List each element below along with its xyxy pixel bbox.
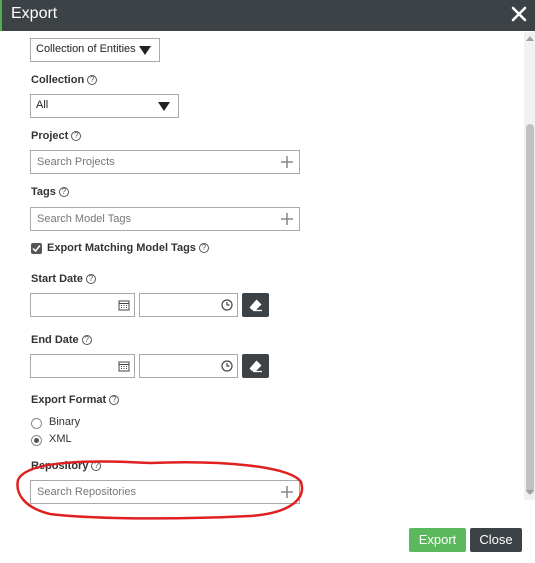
scroll-up-arrow-icon[interactable] bbox=[526, 36, 534, 41]
help-icon[interactable]: ? bbox=[71, 131, 82, 142]
export-button[interactable]: Export bbox=[409, 528, 466, 552]
radio-xml[interactable] bbox=[31, 435, 42, 446]
repository-search-placeholder: Search Repositories bbox=[37, 486, 137, 498]
calendar-icon[interactable] bbox=[118, 360, 130, 372]
clock-icon[interactable] bbox=[221, 360, 233, 372]
scrollbar-thumb[interactable] bbox=[526, 124, 534, 494]
dialog-title: Export bbox=[11, 5, 58, 22]
eraser-icon bbox=[249, 299, 262, 312]
collection-value: All bbox=[36, 99, 49, 111]
radio-binary[interactable] bbox=[31, 418, 42, 429]
clear-end-date-button[interactable] bbox=[242, 354, 269, 378]
dialog-titlebar: Export bbox=[0, 0, 535, 31]
radio-binary-label: Binary bbox=[49, 416, 81, 428]
project-search-placeholder: Search Projects bbox=[37, 156, 115, 168]
repository-search-input[interactable]: Search Repositories bbox=[30, 480, 300, 504]
help-icon[interactable]: ? bbox=[81, 335, 92, 346]
tags-search-input[interactable]: Search Model Tags bbox=[30, 207, 300, 231]
export-matching-tags-label: Export Matching Model Tags? bbox=[47, 242, 209, 254]
collection-select[interactable]: All bbox=[30, 94, 179, 118]
help-icon[interactable]: ? bbox=[85, 274, 96, 285]
export-type-select[interactable]: Collection of Entities bbox=[30, 38, 160, 62]
repository-label: Repository? bbox=[31, 460, 102, 472]
scroll-down-arrow-icon[interactable] bbox=[526, 490, 534, 495]
close-button[interactable]: Close bbox=[470, 528, 522, 552]
tags-search-placeholder: Search Model Tags bbox=[37, 213, 131, 225]
calendar-icon[interactable] bbox=[118, 299, 130, 311]
start-time-input[interactable] bbox=[139, 293, 238, 317]
end-time-input[interactable] bbox=[139, 354, 238, 378]
export-format-label: Export Format? bbox=[31, 394, 120, 406]
tags-label: Tags? bbox=[31, 186, 69, 198]
help-icon[interactable]: ? bbox=[58, 187, 69, 198]
help-icon[interactable]: ? bbox=[198, 243, 209, 254]
chevron-down-icon bbox=[158, 102, 170, 111]
project-label: Project? bbox=[31, 130, 82, 142]
plus-icon[interactable] bbox=[279, 211, 295, 227]
start-date-input[interactable] bbox=[30, 293, 135, 317]
export-matching-tags-checkbox[interactable] bbox=[31, 243, 42, 254]
help-icon[interactable]: ? bbox=[91, 461, 102, 472]
start-date-label: Start Date? bbox=[31, 273, 96, 285]
clock-icon[interactable] bbox=[221, 299, 233, 311]
plus-icon[interactable] bbox=[279, 154, 295, 170]
project-search-input[interactable]: Search Projects bbox=[30, 150, 300, 174]
clear-start-date-button[interactable] bbox=[242, 293, 269, 317]
close-icon[interactable] bbox=[509, 4, 529, 24]
chevron-down-icon bbox=[139, 46, 151, 55]
help-icon[interactable]: ? bbox=[109, 395, 120, 406]
plus-icon[interactable] bbox=[279, 484, 295, 500]
export-type-value: Collection of Entities bbox=[36, 43, 136, 55]
eraser-icon bbox=[249, 360, 262, 373]
collection-label: Collection? bbox=[31, 74, 98, 86]
end-date-label: End Date? bbox=[31, 334, 92, 346]
help-icon[interactable]: ? bbox=[87, 75, 98, 86]
end-date-input[interactable] bbox=[30, 354, 135, 378]
radio-xml-label: XML bbox=[49, 433, 72, 445]
